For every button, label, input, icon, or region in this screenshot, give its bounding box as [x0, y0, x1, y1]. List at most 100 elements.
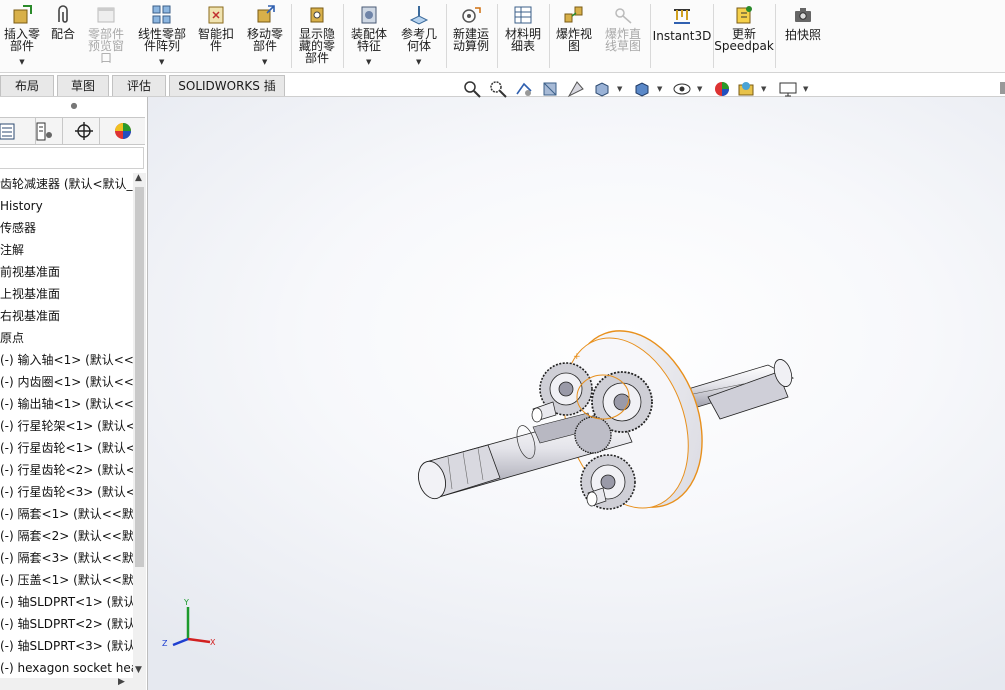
insert-component-button[interactable]: 插入零 部件 ▼	[0, 0, 44, 72]
scroll-up-icon[interactable]: ▲	[135, 173, 142, 183]
take-snapshot-label: 拍快照	[784, 28, 821, 42]
tree-item-top-assembly[interactable]: 齿轮减速器 (默认<默认_显	[0, 173, 133, 195]
task-pane-tabs	[1000, 80, 1005, 690]
configuration-manager-tab[interactable]	[64, 118, 100, 145]
tree-item-right-plane[interactable]: 右视基准面	[0, 305, 133, 327]
linear-pattern-label: 线性零部 件阵列	[137, 27, 186, 53]
tab-evaluate[interactable]: 评估	[112, 75, 166, 96]
tree-item-component[interactable]: (-) 隔套<1> (默认<<默认	[0, 503, 133, 525]
move-component-button[interactable]: 移动零 部件 ▼	[242, 0, 288, 72]
chevron-down-icon[interactable]: ▼	[803, 85, 808, 93]
apply-scene-icon[interactable]	[736, 79, 756, 99]
exploded-view-button[interactable]: 爆炸视 图	[552, 0, 596, 72]
ribbon-separator	[650, 4, 651, 68]
display-manager-tab[interactable]	[100, 118, 136, 145]
chevron-down-icon[interactable]: ▼	[761, 85, 766, 93]
task-pane-home-icon[interactable]	[1000, 82, 1005, 94]
tree-item-component[interactable]: (-) 输出轴<1> (默认<<默	[0, 393, 133, 415]
view-settings-icon[interactable]	[778, 79, 798, 99]
tree-item-component[interactable]: (-) 行星轮架<1> (默认<<	[0, 415, 133, 437]
scroll-down-icon[interactable]: ▼	[135, 665, 142, 675]
tree-item-sensors[interactable]: 传感器	[0, 217, 133, 239]
update-speedpak-button[interactable]: 更新 Speedpak	[714, 0, 774, 72]
tree-item-component[interactable]: (-) 轴SLDPRT<1> (默认<	[0, 591, 133, 613]
component-preview-label: 零部件 预览窗 口	[87, 27, 124, 65]
section-view-icon[interactable]	[540, 79, 560, 99]
feature-tree: 齿轮减速器 (默认<默认_显 History 传感器 注解 前视基准面 上视基准…	[0, 173, 133, 678]
mate-button[interactable]: 配合	[46, 0, 80, 72]
chevron-down-icon[interactable]: ▼	[159, 58, 164, 66]
ribbon-separator	[291, 4, 292, 68]
smart-fasteners-label: 智能扣 件	[197, 27, 234, 53]
tree-item-component[interactable]: (-) 输入轴<1> (默认<<默	[0, 349, 133, 371]
chevron-down-icon[interactable]: ▼	[366, 58, 371, 66]
linear-pattern-button[interactable]: 线性零部 件阵列 ▼	[134, 0, 190, 72]
reference-geometry-button[interactable]: 参考几 何体 ▼	[396, 0, 442, 72]
ribbon-separator	[497, 4, 498, 68]
chevron-down-icon[interactable]: ▼	[657, 85, 662, 93]
tree-horizontal-scrollbar[interactable]: ▶	[0, 677, 146, 690]
tree-item-component[interactable]: (-) 行星齿轮<2> (默认<<	[0, 459, 133, 481]
tree-item-component[interactable]: (-) 压盖<1> (默认<<默认	[0, 569, 133, 591]
chevron-down-icon[interactable]: ▼	[416, 58, 421, 66]
tree-filter-input[interactable]	[0, 147, 144, 169]
tree-item-top-plane[interactable]: 上视基准面	[0, 283, 133, 305]
tab-sketch[interactable]: 草图	[57, 75, 109, 96]
tree-item-component[interactable]: (-) 内齿圈<1> (默认<<默	[0, 371, 133, 393]
zoom-to-area-icon[interactable]	[488, 79, 508, 99]
smart-fasteners-icon	[205, 4, 227, 26]
tree-item-component[interactable]: (-) 轴SLDPRT<3> (默认<	[0, 635, 133, 657]
tree-item-component[interactable]: (-) 隔套<2> (默认<<默认	[0, 525, 133, 547]
property-manager-tab[interactable]	[27, 118, 63, 145]
triad-z-label: Z	[162, 639, 168, 648]
assembly-features-label: 装配体 特征	[350, 27, 387, 53]
component-preview-button[interactable]: 零部件 预览窗 口	[84, 0, 128, 72]
scroll-thumb[interactable]	[135, 187, 144, 567]
planet-pin[interactable]	[531, 401, 557, 423]
edit-appearance-icon[interactable]	[712, 79, 732, 99]
tree-item-component[interactable]: (-) 轴SLDPRT<2> (默认<	[0, 613, 133, 635]
paperclip-icon	[52, 4, 74, 26]
chevron-down-icon[interactable]: ▼	[262, 58, 267, 66]
exploded-view-label: 爆炸视 图	[555, 27, 592, 53]
instant3d-button[interactable]: Instant3D	[652, 0, 712, 72]
graphics-area[interactable]: + Y X Z	[148, 97, 1005, 690]
zoom-to-fit-icon[interactable]	[462, 79, 482, 99]
chevron-down-icon[interactable]: ▼	[617, 85, 622, 93]
ribbon-separator	[775, 4, 776, 68]
tree-item-component[interactable]: (-) 行星齿轮<3> (默认<<	[0, 481, 133, 503]
assembly-features-button[interactable]: 装配体 特征 ▼	[346, 0, 392, 72]
chevron-down-icon[interactable]: ▼	[697, 85, 702, 93]
tab-solidworks-addins[interactable]: SOLIDWORKS 插件	[169, 75, 285, 113]
view-orientation-icon[interactable]	[592, 79, 612, 99]
tree-item-front-plane[interactable]: 前视基准面	[0, 261, 133, 283]
move-component-label: 移动零 部件	[246, 27, 283, 53]
insert-component-label: 插入零 部件	[3, 27, 40, 53]
tree-item-history[interactable]: History	[0, 195, 133, 217]
smart-fasteners-button[interactable]: 智能扣 件	[194, 0, 238, 72]
tree-item-annotations[interactable]: 注解	[0, 239, 133, 261]
tree-item-component[interactable]: (-) 行星齿轮<1> (默认<<	[0, 437, 133, 459]
ribbon-separator	[549, 4, 550, 68]
take-snapshot-button[interactable]: 拍快照	[778, 0, 828, 72]
tab-layout[interactable]: 布局	[0, 75, 54, 96]
show-hidden-components-button[interactable]: 显示隐 藏的零 部件	[294, 0, 340, 72]
mate-label: 配合	[50, 27, 75, 41]
panel-grip-handle[interactable]: ●	[0, 97, 148, 115]
speedpak-icon	[733, 4, 755, 26]
display-style-icon[interactable]	[632, 79, 652, 99]
previous-view-icon[interactable]	[514, 79, 534, 99]
tree-vertical-scrollbar[interactable]: ▲ ▼	[133, 173, 146, 678]
appearance-ball-icon	[115, 123, 131, 139]
tree-item-component[interactable]: (-) hexagon socket head	[0, 657, 133, 678]
dynamic-annotation-icon[interactable]	[566, 79, 586, 99]
new-motion-study-button[interactable]: 新建运 动算例	[448, 0, 494, 72]
bill-of-materials-button[interactable]: 材料明 细表	[500, 0, 546, 72]
tree-item-component[interactable]: (-) 隔套<3> (默认<<默认	[0, 547, 133, 569]
tree-item-origin[interactable]: 原点	[0, 327, 133, 349]
scroll-right-icon[interactable]: ▶	[118, 677, 125, 687]
chevron-down-icon[interactable]: ▼	[19, 58, 24, 66]
ribbon-separator	[343, 4, 344, 68]
explode-line-sketch-button[interactable]: 爆炸直 线草图	[600, 0, 646, 72]
hide-show-items-icon[interactable]	[672, 79, 692, 99]
